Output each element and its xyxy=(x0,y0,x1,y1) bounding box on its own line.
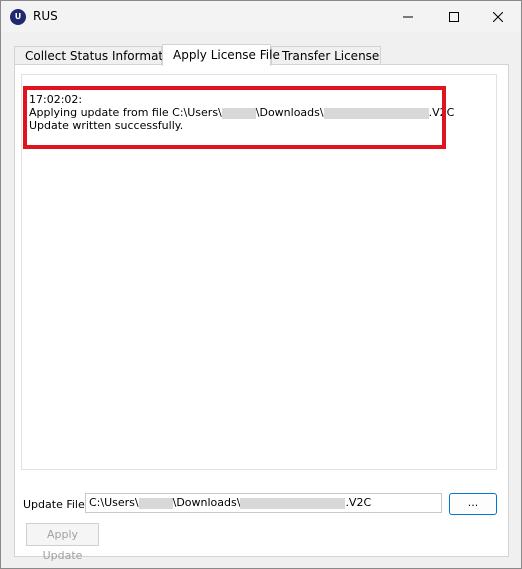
file-path-mid: \Downloads\ xyxy=(172,496,241,509)
minimize-icon xyxy=(403,16,413,17)
close-icon xyxy=(493,11,503,22)
minimize-button[interactable] xyxy=(385,1,431,32)
file-path-prefix: C:\Users\ xyxy=(89,496,139,509)
update-file-input[interactable]: C:\Users\ \Downloads\ .V2C xyxy=(85,493,442,513)
maximize-button[interactable] xyxy=(431,1,477,32)
tab-apply-license-file[interactable]: Apply License File xyxy=(162,44,280,66)
redacted-filename xyxy=(240,497,346,509)
redacted-username xyxy=(138,497,173,509)
browse-button[interactable]: ... xyxy=(449,493,497,515)
maximize-icon xyxy=(449,11,459,22)
update-file-label: Update File xyxy=(23,498,85,511)
apply-license-panel: 17:02:02: Applying update from file C:\U… xyxy=(14,64,509,562)
apply-update-button[interactable]: Apply Update xyxy=(26,523,99,562)
close-button[interactable] xyxy=(475,1,521,32)
log-output[interactable]: 17:02:02: Applying update from file C:\U… xyxy=(21,74,497,470)
tab-transfer-license[interactable]: Transfer License xyxy=(271,46,381,65)
title-bar: U RUS xyxy=(1,1,521,32)
tab-collect-status-information[interactable]: Collect Status Information xyxy=(14,46,181,65)
red-highlight-box xyxy=(23,86,446,149)
window-title: RUS xyxy=(33,9,58,23)
app-icon: U xyxy=(10,9,26,25)
rus-window: U RUS Collect Status Information Apply L… xyxy=(0,0,522,569)
file-path-suffix: .V2C xyxy=(345,496,372,509)
